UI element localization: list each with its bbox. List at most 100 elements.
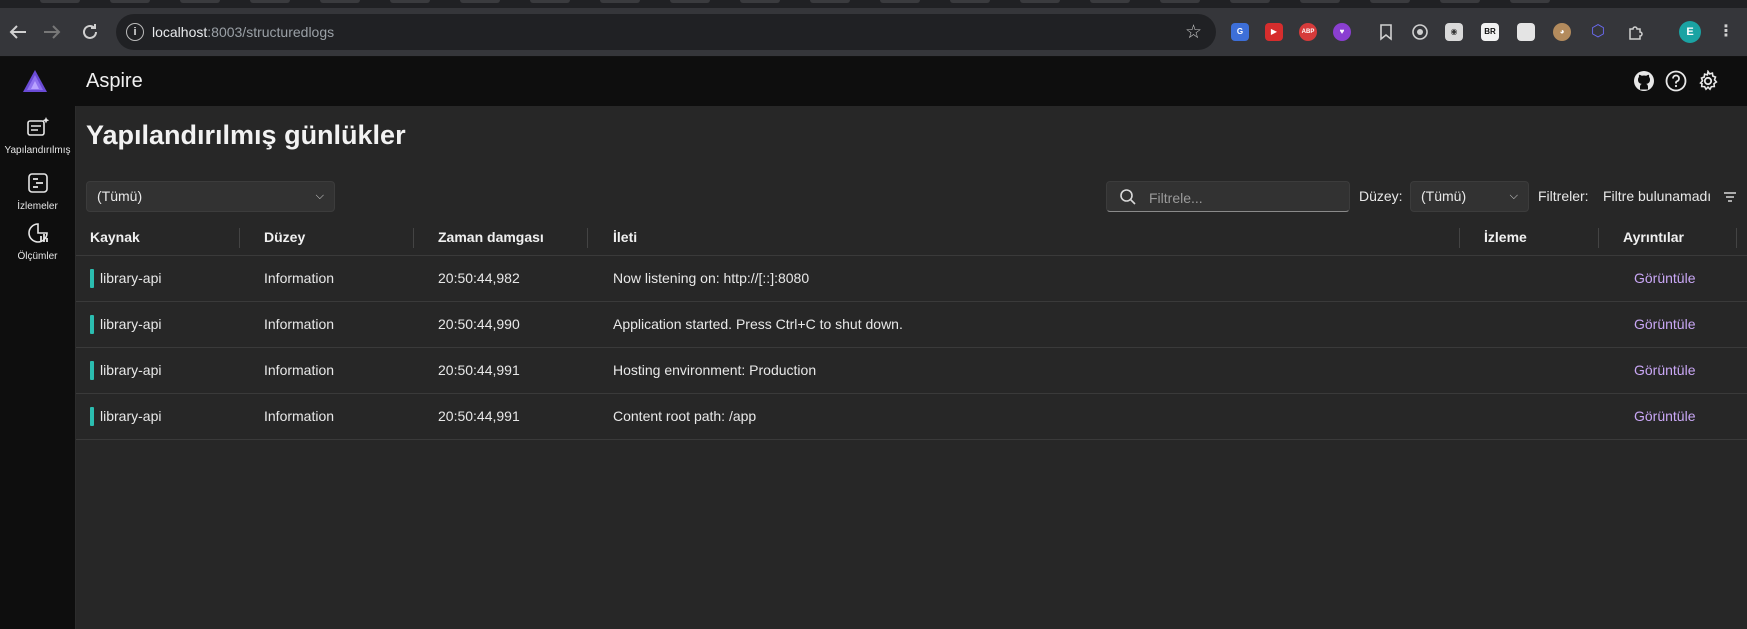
tab[interactable] — [810, 0, 850, 3]
puzzle-ext-icon[interactable] — [1627, 23, 1645, 41]
tab[interactable] — [40, 0, 80, 3]
url-host: localhost — [152, 24, 208, 40]
url-text: localhost:8003/structuredlogs — [152, 24, 334, 40]
table-row[interactable]: library-api Information 20:50:44,991 Con… — [76, 394, 1747, 440]
sidebar-item-label: Yapılandırılmış — [4, 145, 71, 156]
filters-value[interactable]: Filtre bulunamadı — [1603, 188, 1711, 204]
tab[interactable] — [530, 0, 570, 3]
tab[interactable] — [390, 0, 430, 3]
back-icon[interactable] — [6, 20, 30, 44]
br-ext-icon[interactable]: BR — [1481, 23, 1499, 41]
cell-level: Information — [264, 408, 335, 424]
video-ext-icon[interactable]: ▶ — [1265, 23, 1283, 41]
address-bar[interactable]: i localhost:8003/structuredlogs ☆ — [116, 14, 1216, 50]
column-header-message[interactable]: İleti — [613, 220, 637, 255]
cell-timestamp: 20:50:44,990 — [438, 316, 520, 332]
tab[interactable] — [600, 0, 640, 3]
bookmark-ext-icon[interactable] — [1377, 23, 1395, 41]
search-box[interactable] — [1106, 181, 1350, 212]
browser-menu-icon[interactable]: ⋮ — [1717, 23, 1735, 41]
resource-select-value: (Tümü) — [97, 188, 143, 204]
record-ext-icon[interactable] — [1411, 23, 1429, 41]
tab[interactable] — [1230, 0, 1270, 3]
browser-toolbar: i localhost:8003/structuredlogs ☆ G ▶ AB… — [0, 8, 1747, 57]
help-icon[interactable] — [1665, 70, 1687, 92]
reload-icon[interactable] — [78, 20, 102, 44]
column-header-level[interactable]: Düzey — [264, 220, 305, 255]
tab[interactable] — [1090, 0, 1130, 3]
tab[interactable] — [320, 0, 360, 3]
view-details-link[interactable]: Görüntüle — [1634, 256, 1695, 301]
resource-color-bar — [90, 361, 94, 380]
view-details-link[interactable]: Görüntüle — [1634, 302, 1695, 347]
note-ext-icon[interactable] — [1517, 23, 1535, 41]
column-header-source[interactable]: Kaynak — [90, 220, 140, 255]
tab[interactable] — [950, 0, 990, 3]
site-info-icon[interactable]: i — [126, 23, 144, 41]
cell-level: Information — [264, 316, 335, 332]
heart-ext-icon[interactable]: ♥ — [1333, 23, 1351, 41]
tab[interactable] — [1300, 0, 1340, 3]
traces-icon — [27, 173, 48, 193]
tab[interactable] — [1370, 0, 1410, 3]
adblock-ext-icon[interactable]: ABP — [1299, 23, 1317, 41]
sidebar-item-metrics[interactable]: Ölçümler — [0, 222, 75, 262]
view-details-link[interactable]: Görüntüle — [1634, 394, 1695, 439]
tab[interactable] — [250, 0, 290, 3]
column-header-timestamp[interactable]: Zaman damgası — [438, 220, 544, 255]
tab[interactable] — [1020, 0, 1060, 3]
resource-color-bar — [90, 407, 94, 426]
cell-message: Application started. Press Ctrl+C to shu… — [613, 316, 903, 332]
translate-ext-icon[interactable]: G — [1231, 23, 1249, 41]
metrics-icon — [27, 223, 48, 243]
sidebar-item-label: Ölçümler — [17, 251, 58, 262]
column-resize-handle[interactable] — [1598, 228, 1599, 248]
forward-icon[interactable] — [40, 20, 64, 44]
cell-source: library-api — [100, 270, 162, 286]
tab[interactable] — [1160, 0, 1200, 3]
column-header-trace[interactable]: İzleme — [1484, 220, 1527, 255]
profile-avatar[interactable]: E — [1679, 21, 1701, 43]
cell-message: Now listening on: http://[::]:8080 — [613, 270, 810, 286]
table-row[interactable]: library-api Information 20:50:44,990 App… — [76, 302, 1747, 348]
glasses-ext-icon[interactable]: ◕ — [1553, 23, 1571, 41]
column-resize-handle[interactable] — [1459, 228, 1460, 248]
bookmark-star-icon[interactable]: ☆ — [1185, 21, 1202, 44]
tab[interactable] — [180, 0, 220, 3]
filter-lines-icon[interactable] — [1723, 190, 1737, 208]
view-details-link[interactable]: Görüntüle — [1634, 348, 1695, 393]
settings-gear-icon[interactable] — [1697, 69, 1719, 92]
sidebar-item-structured-logs[interactable]: Yapılandırılmış — [0, 116, 75, 156]
tab[interactable] — [880, 0, 920, 3]
search-input[interactable] — [1147, 186, 1341, 210]
page-title: Yapılandırılmış günlükler — [86, 120, 406, 150]
table-row[interactable]: library-api Information 20:50:44,991 Hos… — [76, 348, 1747, 394]
column-resize-handle[interactable] — [1736, 228, 1737, 248]
cell-timestamp: 20:50:44,982 — [438, 270, 520, 286]
main-content: Yapılandırılmış günlükler (Tümü) ⌵ Düzey… — [76, 106, 1747, 629]
tab[interactable] — [460, 0, 500, 3]
column-header-details[interactable]: Ayrıntılar — [1623, 220, 1684, 255]
chevron-down-icon: ⌵ — [315, 190, 324, 202]
column-resize-handle[interactable] — [413, 228, 414, 248]
resource-select[interactable]: (Tümü) ⌵ — [86, 181, 335, 212]
sidebar-item-traces[interactable]: İzlemeler — [0, 172, 75, 212]
tab[interactable] — [1440, 0, 1480, 3]
cell-level: Information — [264, 362, 335, 378]
tab[interactable] — [1510, 0, 1550, 3]
tab[interactable] — [670, 0, 710, 3]
cell-source: library-api — [100, 408, 162, 424]
filters-label: Filtreler: — [1538, 188, 1589, 204]
app-title: Aspire — [86, 70, 143, 92]
column-resize-handle[interactable] — [587, 228, 588, 248]
level-select[interactable]: (Tümü) ⌵ — [1410, 181, 1529, 212]
tab[interactable] — [110, 0, 150, 3]
cell-level: Information — [264, 270, 335, 286]
column-resize-handle[interactable] — [239, 228, 240, 248]
tab[interactable] — [740, 0, 780, 3]
table-row[interactable]: library-api Information 20:50:44,982 Now… — [76, 256, 1747, 302]
aspire-logo-icon[interactable] — [22, 69, 48, 98]
cube-ext-icon[interactable]: ⬡ — [1589, 23, 1607, 41]
camera-ext-icon[interactable]: ◉ — [1445, 23, 1463, 41]
github-icon[interactable] — [1633, 70, 1655, 92]
